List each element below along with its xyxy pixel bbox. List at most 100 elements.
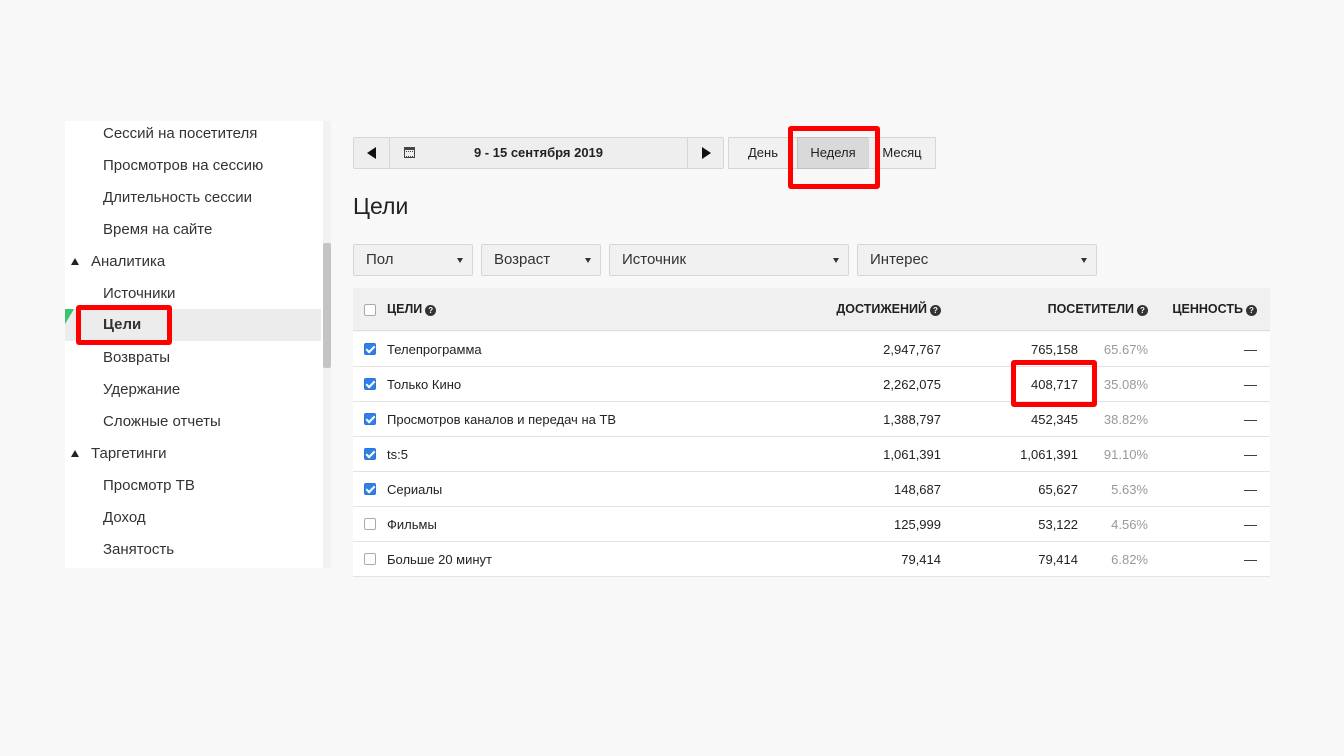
row-checkbox[interactable] xyxy=(364,518,376,530)
filter-interest-select[interactable]: Интерес xyxy=(857,244,1097,276)
row-checkbox[interactable] xyxy=(364,483,376,495)
row-checkbox[interactable] xyxy=(364,448,376,460)
sidebar-item-views-per-session[interactable]: Просмотров на сессию xyxy=(65,154,321,186)
sidebar-scrollbar[interactable] xyxy=(323,121,331,568)
achievements-value: 79,414 xyxy=(901,552,941,567)
help-icon[interactable]: ? xyxy=(1246,305,1257,316)
visitors-percent: 5.63% xyxy=(1111,482,1148,497)
achievements-value: 2,947,767 xyxy=(883,342,941,357)
table-header: ЦЕЛИ? ДОСТИЖЕНИЙ? ПОСЕТИТЕЛИ? ЦЕННОСТЬ? xyxy=(353,288,1270,331)
value-cell: — xyxy=(1244,482,1257,497)
sidebar-item-time-on-site[interactable]: Время на сайте xyxy=(65,218,321,250)
sidebar-item-returns[interactable]: Возвраты xyxy=(65,346,321,378)
caret-down-icon xyxy=(585,258,591,263)
sidebar-item-complex-reports[interactable]: Сложные отчеты xyxy=(65,410,321,442)
visitors-percent: 6.82% xyxy=(1111,552,1148,567)
sidebar-item-employment[interactable]: Занятость xyxy=(65,538,321,568)
sidebar-item-label: Сессий на посетителя xyxy=(103,125,258,142)
value-cell: — xyxy=(1244,517,1257,532)
row-checkbox[interactable] xyxy=(364,413,376,425)
column-header-label: ПОСЕТИТЕЛИ xyxy=(1047,302,1134,316)
highlight-box-week xyxy=(788,126,880,189)
sidebar-item-label: Сложные отчеты xyxy=(103,413,221,430)
page-title: Цели xyxy=(353,193,409,219)
value-cell: — xyxy=(1244,447,1257,462)
sidebar-item-label: Время на сайте xyxy=(103,221,213,238)
table-row[interactable]: ts:5 1,061,391 1,061,391 91.10% — xyxy=(353,437,1270,472)
filter-label: Возраст xyxy=(494,251,551,268)
sidebar-item-tv-viewing[interactable]: Просмотр ТВ xyxy=(65,474,321,506)
column-header-label: ЦЕННОСТЬ xyxy=(1172,302,1243,316)
goal-name[interactable]: Сериалы xyxy=(387,482,442,497)
value-cell: — xyxy=(1244,552,1257,567)
table-row[interactable]: Телепрограмма 2,947,767 765,158 65.67% — xyxy=(353,332,1270,367)
visitors-percent: 65.67% xyxy=(1103,342,1148,357)
caret-down-icon xyxy=(1081,258,1087,263)
goal-name[interactable]: Только Кино xyxy=(387,377,461,392)
visitors-value: 79,414 xyxy=(1038,552,1078,567)
row-checkbox[interactable] xyxy=(364,378,376,390)
caret-down-icon xyxy=(457,258,463,263)
table-row[interactable]: Только Кино 2,262,075 408,717 35.08% — xyxy=(353,367,1270,402)
filter-label: Источник xyxy=(622,251,687,268)
next-period-button[interactable] xyxy=(687,138,723,168)
caret-down-icon xyxy=(833,258,839,263)
goal-name[interactable]: Больше 20 минут xyxy=(387,552,492,567)
sidebar-item-retention[interactable]: Удержание xyxy=(65,378,321,410)
filter-gender-select[interactable]: Пол xyxy=(353,244,473,276)
sidebar-item-income[interactable]: Доход xyxy=(65,506,321,538)
date-range-picker: 9 - 15 сентября 2019 xyxy=(353,137,724,169)
sidebar-item-label: Просмотр ТВ xyxy=(103,477,195,494)
achievements-value: 1,061,391 xyxy=(883,447,941,462)
filter-source-select[interactable]: Источник xyxy=(609,244,849,276)
visitors-value: 65,627 xyxy=(1038,482,1078,497)
goal-name[interactable]: ts:5 xyxy=(387,447,408,462)
arrow-right-icon xyxy=(702,147,711,159)
sidebar-section-label: Таргетинги xyxy=(91,445,167,462)
sidebar-item-label: Длительность сессии xyxy=(103,189,252,206)
column-header-goals[interactable]: ЦЕЛИ? xyxy=(387,302,437,316)
achievements-value: 148,687 xyxy=(894,482,941,497)
value-cell: — xyxy=(1244,377,1257,392)
highlight-box-visitors xyxy=(1011,360,1097,407)
visitors-value: 53,122 xyxy=(1038,517,1078,532)
value-cell: — xyxy=(1244,412,1257,427)
goal-name[interactable]: Телепрограмма xyxy=(387,342,482,357)
sidebar-item-label: Возвраты xyxy=(103,349,171,366)
column-header-visitors[interactable]: ПОСЕТИТЕЛИ? xyxy=(1048,302,1148,316)
column-header-label: ДОСТИЖЕНИЙ xyxy=(836,302,927,316)
table-row[interactable]: Просмотров каналов и передач на ТВ 1,388,… xyxy=(353,402,1270,437)
help-icon[interactable]: ? xyxy=(1137,305,1148,316)
date-range-label[interactable]: 9 - 15 сентября 2019 xyxy=(354,138,723,168)
row-checkbox[interactable] xyxy=(364,343,376,355)
column-header-label: ЦЕЛИ xyxy=(387,302,423,316)
visitors-value: 452,345 xyxy=(1031,412,1078,427)
sidebar-item-label: Источники xyxy=(103,285,176,302)
table-row[interactable]: Сериалы 148,687 65,627 5.63% — xyxy=(353,472,1270,507)
goal-name[interactable]: Просмотров каналов и передач на ТВ xyxy=(387,412,616,427)
help-icon[interactable]: ? xyxy=(425,305,437,316)
scrollbar-thumb[interactable] xyxy=(323,243,331,368)
sidebar-item-session-duration[interactable]: Длительность сессии xyxy=(65,186,321,218)
goal-name[interactable]: Фильмы xyxy=(387,517,437,532)
achievements-value: 125,999 xyxy=(894,517,941,532)
select-all-checkbox[interactable] xyxy=(364,304,376,316)
collapse-triangle-icon xyxy=(71,258,79,265)
sidebar-section-targeting[interactable]: Таргетинги xyxy=(65,442,321,474)
filter-label: Интерес xyxy=(870,251,929,268)
sidebar-section-analytics[interactable]: Аналитика xyxy=(65,250,321,282)
sidebar-item-label: Удержание xyxy=(103,381,181,398)
column-header-achievements[interactable]: ДОСТИЖЕНИЙ? xyxy=(836,302,941,316)
column-header-value[interactable]: ЦЕННОСТЬ? xyxy=(1172,302,1257,316)
highlight-box-goals xyxy=(76,305,172,345)
filter-age-select[interactable]: Возраст xyxy=(481,244,601,276)
visitors-percent: 38.82% xyxy=(1103,412,1148,427)
table-row[interactable]: Фильмы 125,999 53,122 4.56% — xyxy=(353,507,1270,542)
help-icon[interactable]: ? xyxy=(930,305,941,316)
visitors-percent: 91.10% xyxy=(1103,447,1148,462)
row-checkbox[interactable] xyxy=(364,553,376,565)
sidebar-item-sessions-per-visitor[interactable]: Сессий на посетителя xyxy=(65,122,321,154)
visitors-value: 765,158 xyxy=(1031,342,1078,357)
table-row[interactable]: Больше 20 минут 79,414 79,414 6.82% — xyxy=(353,542,1270,577)
visitors-percent: 35.08% xyxy=(1103,377,1148,392)
